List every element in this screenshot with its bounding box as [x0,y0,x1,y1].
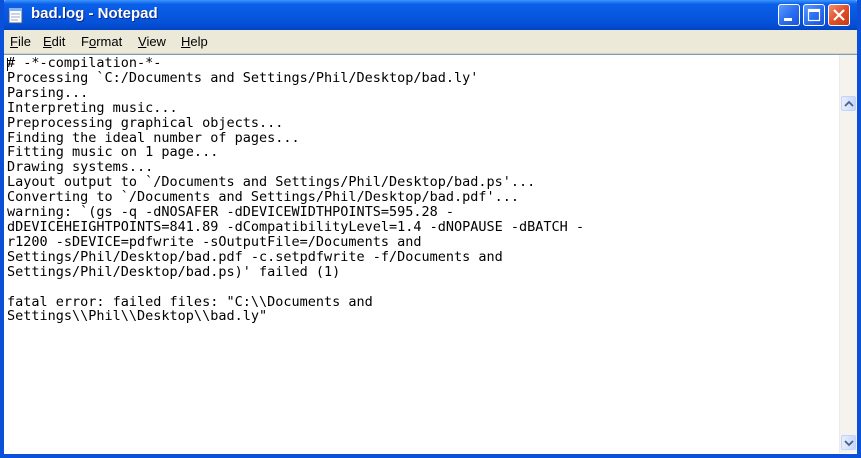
menu-edit[interactable]: Edit [43,34,65,49]
maximize-button[interactable] [803,4,825,26]
scroll-down-button[interactable] [841,435,856,450]
menu-format[interactable]: Format [81,34,122,49]
notepad-window: bad.log - Notepad File Edit Format View … [0,0,861,458]
menu-bar: File Edit Format View Help [4,30,857,54]
text-editor[interactable]: # -*-compilation-*- Processing `C:/Docum… [4,54,857,454]
menu-help[interactable]: Help [181,34,208,49]
text-caret [7,58,8,71]
minimize-button[interactable] [778,4,800,26]
title-bar[interactable]: bad.log - Notepad [4,0,857,30]
notepad-icon[interactable] [8,7,24,24]
maximize-icon [807,8,821,22]
menu-file[interactable]: File [10,34,31,49]
scroll-down-arrow-icon [844,440,854,447]
vertical-scrollbar[interactable] [839,55,857,453]
minimize-icon [784,18,792,21]
close-icon [833,9,845,21]
scroll-up-arrow-icon [844,100,854,107]
close-button[interactable] [828,4,850,26]
scroll-up-button[interactable] [841,96,856,111]
document-text[interactable]: # -*-compilation-*- Processing `C:/Docum… [7,56,835,452]
window-title: bad.log - Notepad [31,5,158,22]
menu-view[interactable]: View [138,34,166,49]
